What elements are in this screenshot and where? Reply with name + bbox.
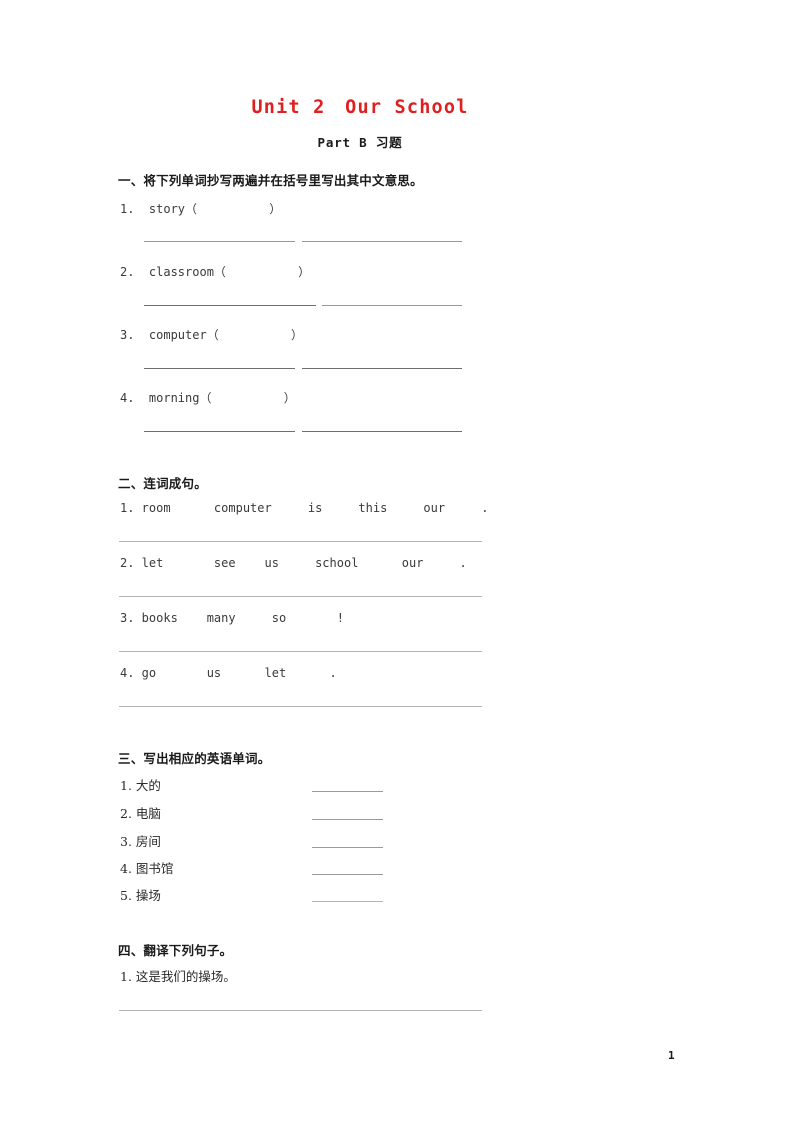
section3-item-3: 3. 房间	[120, 834, 161, 849]
section-heading-2: 二、连词成句。	[118, 476, 207, 491]
writing-line	[322, 305, 462, 306]
section3-item-1: 1. 大的	[120, 778, 161, 793]
section1-item-3: 3. computer（ ）	[120, 328, 303, 342]
word-blank-line	[312, 847, 383, 848]
page-number: 1	[668, 1049, 675, 1062]
writing-line	[144, 431, 295, 432]
answer-line	[119, 541, 482, 542]
section3-item-4: 4. 图书馆	[120, 861, 174, 876]
page-title: Unit 2 Our School	[251, 97, 469, 118]
word-blank-line	[312, 791, 383, 792]
section-heading-4: 四、翻译下列句子。	[118, 943, 233, 958]
section2-item-2: 2. let see us school our .	[120, 556, 467, 570]
writing-line	[144, 305, 316, 306]
section4-item-1: 1. 这是我们的操场。	[120, 969, 236, 984]
section3-item-5: 5. 操场	[120, 888, 161, 903]
section1-item-4: 4. morning（ ）	[120, 391, 296, 405]
section-heading-3: 三、写出相应的英语单词。	[118, 751, 271, 766]
page-subtitle: Part B 习题	[317, 135, 403, 150]
writing-line	[144, 241, 295, 242]
writing-line	[302, 368, 462, 369]
writing-line	[302, 431, 462, 432]
section2-item-4: 4. go us let .	[120, 666, 337, 680]
writing-line	[144, 368, 295, 369]
writing-line	[302, 241, 462, 242]
answer-line	[119, 651, 482, 652]
answer-line	[119, 596, 482, 597]
word-blank-line	[312, 901, 383, 902]
section2-item-3: 3. books many so !	[120, 611, 344, 625]
section1-item-1: 1. story（ ）	[120, 202, 282, 216]
word-blank-line	[312, 819, 383, 820]
section1-item-2: 2. classroom（ ）	[120, 265, 311, 279]
section2-item-1: 1. room computer is this our .	[120, 501, 489, 515]
section3-item-2: 2. 电脑	[120, 806, 161, 821]
answer-line	[119, 1010, 482, 1011]
answer-line	[119, 706, 482, 707]
worksheet-page: Unit 2 Our School Part B 习题 一、将下列单词抄写两遍并…	[0, 0, 800, 1132]
section-heading-1: 一、将下列单词抄写两遍并在括号里写出其中文意思。	[118, 173, 423, 188]
word-blank-line	[312, 874, 383, 875]
